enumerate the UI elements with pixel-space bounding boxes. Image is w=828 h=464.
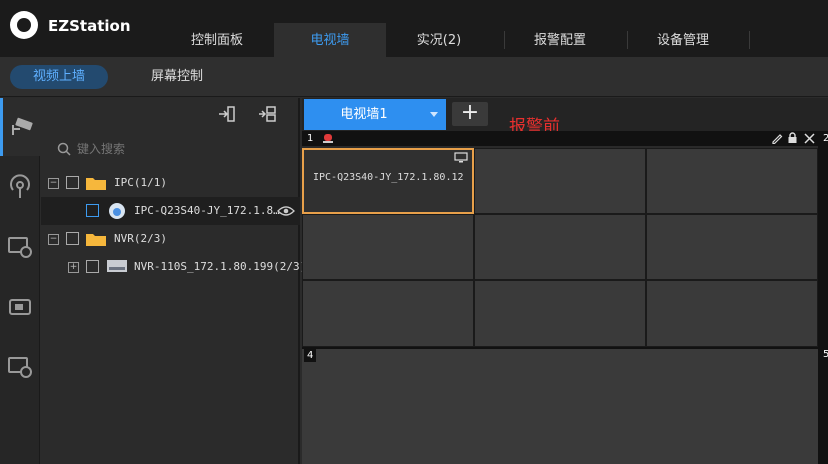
app-title: EZStation bbox=[48, 17, 131, 35]
nvr-icon bbox=[107, 260, 127, 272]
dome-camera-icon bbox=[109, 203, 125, 219]
rail-wireless-devices[interactable] bbox=[0, 158, 40, 216]
tree-row-nvr-device[interactable]: + NVR-110S_172.1.80.199(2/3) bbox=[41, 253, 306, 281]
screen-number: 2 bbox=[820, 132, 828, 145]
edit-icon[interactable] bbox=[771, 133, 783, 144]
tab-alarm-config[interactable]: 报警配置 bbox=[504, 23, 616, 57]
camera-icon bbox=[11, 117, 33, 135]
device-tree-panel: − IPC(1/1) IPC-Q23S40-JY_172.1.8… − NVR(… bbox=[41, 98, 306, 464]
rail-recording[interactable] bbox=[0, 278, 40, 336]
tree-toolbar bbox=[218, 106, 276, 122]
tree-row-label: IPC(1/1) bbox=[114, 176, 167, 189]
chevron-down-icon bbox=[430, 112, 438, 117]
tab-tv-wall[interactable]: 电视墙 bbox=[274, 23, 386, 57]
checkbox[interactable] bbox=[86, 260, 99, 273]
screen-window[interactable] bbox=[646, 280, 818, 347]
tree-row-nvr-group[interactable]: − NVR(2/3) bbox=[41, 225, 300, 253]
tree-row-label: NVR(2/3) bbox=[114, 232, 167, 245]
tree-search bbox=[53, 138, 293, 160]
top-bar: EZStation 控制面板 电视墙 实况(2) 报警配置 设备管理 bbox=[0, 0, 828, 57]
app-logo-icon bbox=[10, 11, 38, 39]
screen-window[interactable] bbox=[474, 280, 646, 347]
tree-row-ipc-group[interactable]: − IPC(1/1) bbox=[41, 169, 300, 197]
eye-icon[interactable] bbox=[277, 205, 295, 217]
wall-selector[interactable]: 电视墙1 bbox=[304, 99, 446, 130]
screen-number: 1 bbox=[304, 132, 317, 145]
collapse-toggle[interactable]: − bbox=[48, 234, 59, 245]
add-wall-button[interactable]: + bbox=[452, 102, 488, 126]
tab-device-management[interactable]: 设备管理 bbox=[627, 23, 739, 57]
tree-row-label: NVR-110S_172.1.80.199(2/3) bbox=[134, 260, 307, 273]
rail-camera-devices[interactable] bbox=[0, 98, 40, 156]
expand-toggle[interactable]: + bbox=[68, 262, 79, 273]
screen-number: 5 bbox=[820, 348, 828, 361]
tree-row-ipc-camera[interactable]: IPC-Q23S40-JY_172.1.8… bbox=[41, 197, 300, 225]
subtab-screen-control[interactable]: 屏幕控制 bbox=[128, 65, 226, 89]
checkbox[interactable] bbox=[86, 204, 99, 217]
left-icon-rail bbox=[0, 98, 40, 464]
nav-divider bbox=[749, 31, 750, 49]
window-stream-label: IPC-Q23S40-JY_172.1.80.12 bbox=[313, 172, 464, 183]
screen-window[interactable] bbox=[474, 214, 646, 280]
import-icon[interactable] bbox=[218, 106, 236, 122]
rail-screen-record[interactable] bbox=[0, 338, 40, 396]
screen-window-active[interactable]: IPC-Q23S40-JY_172.1.80.12 bbox=[302, 148, 474, 214]
folder-icon bbox=[86, 178, 106, 190]
search-input[interactable] bbox=[77, 138, 287, 160]
playback-icon bbox=[8, 237, 32, 258]
video-camera-icon bbox=[9, 299, 31, 315]
tab-control-panel[interactable]: 控制面板 bbox=[160, 23, 274, 57]
close-icon[interactable] bbox=[804, 133, 815, 144]
wall-name: 电视墙1 bbox=[340, 107, 388, 122]
screen-window[interactable] bbox=[302, 214, 474, 280]
search-icon bbox=[57, 142, 71, 156]
screen-window[interactable] bbox=[646, 148, 818, 214]
screen-divider bbox=[818, 146, 828, 464]
wall-tab-bar: 电视墙1 + 报警前 bbox=[302, 98, 828, 137]
tv-wall-panel: 电视墙1 + 报警前 1 2 IPC-Q23S40-JY_172.1.80.12 bbox=[302, 98, 828, 464]
alarm-light-icon bbox=[323, 134, 333, 143]
screen-header-strip: 1 2 bbox=[302, 131, 828, 146]
screen-window[interactable] bbox=[646, 214, 818, 280]
signal-icon bbox=[10, 174, 30, 198]
screen-window[interactable] bbox=[474, 148, 646, 214]
screen-4[interactable]: 4 bbox=[302, 347, 818, 464]
lock-icon[interactable] bbox=[787, 132, 798, 144]
checkbox[interactable] bbox=[66, 232, 79, 245]
screen-number: 4 bbox=[304, 349, 317, 362]
checkbox[interactable] bbox=[66, 176, 79, 189]
subtab-video-to-wall[interactable]: 视频上墙 bbox=[10, 65, 108, 89]
sub-nav-bar: 视频上墙 屏幕控制 bbox=[0, 57, 828, 97]
tab-live-view[interactable]: 实况(2) bbox=[386, 23, 492, 57]
tree-row-label: IPC-Q23S40-JY_172.1.8… bbox=[134, 204, 280, 217]
folder-icon bbox=[86, 234, 106, 246]
rail-playback[interactable] bbox=[0, 218, 40, 276]
screen-refresh-icon bbox=[8, 357, 32, 378]
collapse-toggle[interactable]: − bbox=[48, 178, 59, 189]
layout-icon[interactable] bbox=[258, 106, 276, 122]
monitor-icon bbox=[454, 152, 468, 163]
screen-window[interactable] bbox=[302, 280, 474, 347]
